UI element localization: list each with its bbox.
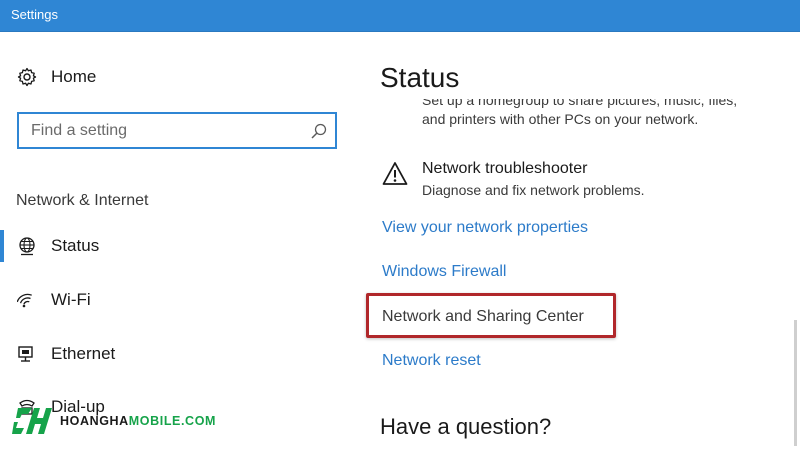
search-placeholder: Find a setting — [31, 122, 128, 139]
homegroup-text-partial: Set up a homegroup to share pictures, mu… — [422, 92, 738, 108]
main-panel: Status Set up a homegroup to share pictu… — [358, 32, 800, 450]
title-bar: Settings — [0, 0, 800, 32]
windows-firewall-link[interactable]: Windows Firewall — [382, 263, 506, 281]
highlight-annotation — [366, 293, 616, 338]
section-label: Network & Internet — [16, 192, 149, 209]
brand-left: HOANGHA — [60, 414, 129, 428]
view-network-properties-link[interactable]: View your network properties — [382, 219, 588, 237]
selection-indicator — [0, 230, 4, 262]
search-input[interactable]: Find a setting — [17, 112, 337, 149]
wifi-icon — [16, 290, 37, 310]
page-title: Status — [380, 62, 460, 93]
sidebar-item-label: Wi-Fi — [51, 290, 91, 309]
watermark: HOANGHAMOBILE.COM — [12, 406, 216, 436]
sidebar-item-wifi[interactable]: Wi-Fi — [0, 283, 340, 317]
troubleshooter-description: Diagnose and fix network problems. — [422, 182, 645, 198]
gear-icon — [17, 67, 37, 87]
network-reset-link[interactable]: Network reset — [382, 352, 481, 370]
search-icon[interactable] — [310, 122, 328, 140]
brand-right: MOBILE.COM — [128, 414, 217, 428]
brand-logo-icon — [12, 406, 54, 436]
scrollbar[interactable] — [794, 320, 797, 446]
homegroup-text: and printers with other PCs on your netw… — [422, 111, 699, 127]
sidebar-item-status[interactable]: Status — [0, 229, 340, 263]
sidebar-item-label: Status — [51, 236, 100, 255]
ethernet-icon — [17, 344, 37, 364]
sidebar-item-label: Ethernet — [51, 344, 116, 363]
sidebar-home-label: Home — [51, 67, 97, 86]
question-heading: Have a question? — [380, 414, 552, 439]
window-title: Settings — [11, 7, 58, 22]
troubleshooter-title[interactable]: Network troubleshooter — [422, 160, 587, 178]
globe-icon — [17, 236, 37, 256]
sidebar-home[interactable]: Home — [17, 67, 96, 87]
brand-name: HOANGHAMOBILE.COM — [60, 414, 216, 428]
sidebar-item-ethernet[interactable]: Ethernet — [0, 337, 340, 371]
sidebar: Home Find a setting Network & Internet S… — [0, 32, 358, 450]
warning-icon[interactable] — [382, 161, 408, 187]
